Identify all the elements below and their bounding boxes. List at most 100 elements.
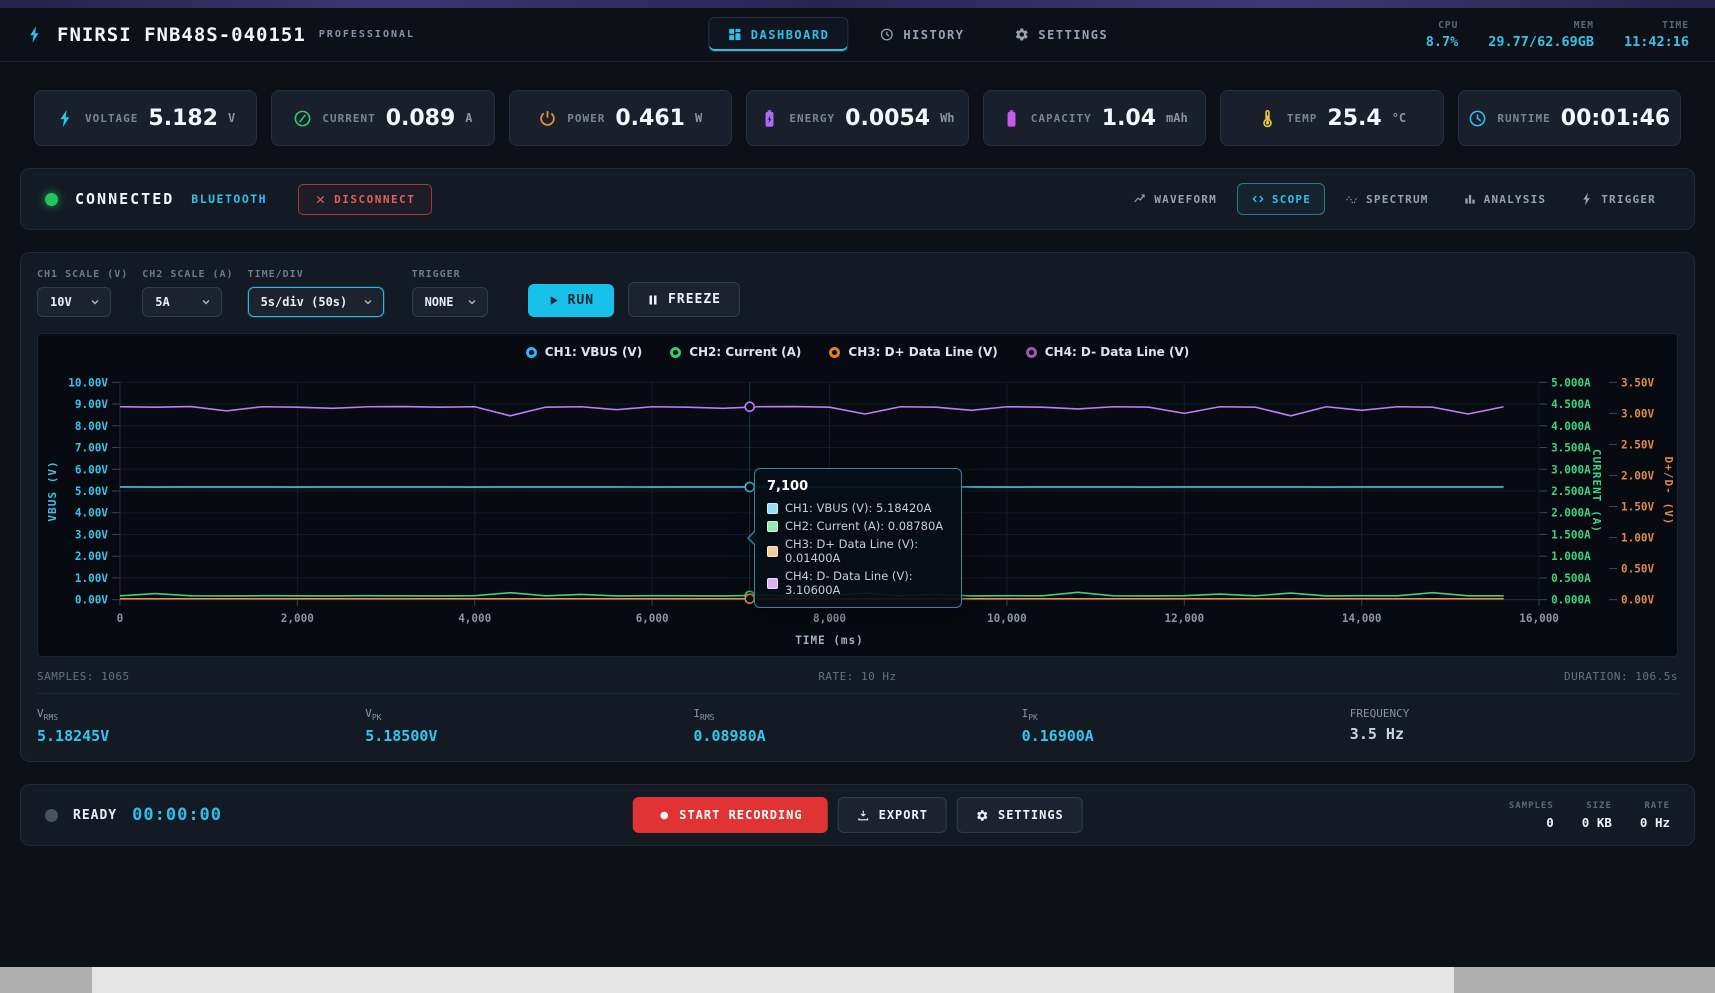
- metric-value: 00:01:46: [1561, 106, 1670, 131]
- mode-tab-scope[interactable]: SCOPE: [1237, 183, 1325, 215]
- tab-label: SETTINGS: [1038, 28, 1108, 42]
- freeze-button[interactable]: FREEZE: [628, 282, 740, 317]
- svg-text:0.00V: 0.00V: [75, 594, 108, 607]
- highlight-point-ch4: [745, 402, 754, 411]
- chart-tooltip: 7,100 CH1: VBUS (V): 5.18420A CH2: Curren…: [754, 468, 962, 608]
- current-gauge-icon: [293, 109, 312, 128]
- tooltip-row: CH3: D+ Data Line (V): 0.01400A: [767, 537, 949, 565]
- svg-text:5.000A: 5.000A: [1551, 376, 1591, 389]
- mode-tab-analysis[interactable]: ANALYSIS: [1449, 183, 1561, 215]
- control-label: CH1 SCALE (V): [37, 269, 128, 280]
- recording-settings-button[interactable]: SETTINGS: [957, 797, 1083, 833]
- svg-text:4,000: 4,000: [458, 612, 491, 625]
- svg-text:0.000A: 0.000A: [1551, 594, 1591, 607]
- connection-status-dot: [45, 193, 58, 206]
- waveform-icon: [1133, 192, 1147, 206]
- svg-text:2.00V: 2.00V: [75, 550, 108, 563]
- power-power-icon: [538, 109, 557, 128]
- svg-text:1.50V: 1.50V: [1621, 500, 1654, 513]
- recording-status-dot: [45, 809, 58, 822]
- highlight-point-ch3: [745, 594, 754, 603]
- mode-tab-spectrum[interactable]: SPECTRUM: [1331, 183, 1443, 215]
- scrollbar-thumb[interactable]: [92, 967, 1454, 993]
- legend-item-ch2[interactable]: CH2: Current (A): [670, 345, 801, 359]
- gear-icon: [1014, 27, 1029, 42]
- temp-thermometer-icon: [1258, 109, 1277, 128]
- tooltip-text: CH2: Current (A): 0.08780A: [785, 519, 943, 533]
- system-stats: CPU8.7%MEM29.77/62.69GBTIME11:42:16: [1426, 20, 1689, 50]
- recording-status-group: READY 00:00:00: [45, 805, 222, 825]
- ch2-scale-select[interactable]: 5A: [142, 287, 222, 317]
- legend-item-ch4[interactable]: CH4: D- Data Line (V): [1026, 345, 1189, 359]
- disconnect-button[interactable]: DISCONNECT: [298, 184, 432, 215]
- timediv-select[interactable]: 5s/div (50s): [248, 287, 384, 317]
- metric-card-energy: ENERGY0.0054Wh: [746, 90, 969, 146]
- tab-history[interactable]: HISTORY: [860, 17, 983, 52]
- svg-text:5.00V: 5.00V: [75, 485, 108, 498]
- tooltip-title: 7,100: [767, 479, 949, 494]
- svg-text:0.50V: 0.50V: [1621, 563, 1654, 576]
- record-icon: [657, 809, 670, 822]
- rec-stat-rate: RATE0 Hz: [1640, 801, 1670, 830]
- tooltip-text: CH1: VBUS (V): 5.18420A: [785, 501, 931, 515]
- main-tabs: DASHBOARD HISTORY SETTINGS: [708, 8, 1127, 61]
- start-recording-button[interactable]: START RECORDING: [632, 797, 827, 833]
- svg-text:2.50V: 2.50V: [1621, 438, 1654, 451]
- metric-card-temp: TEMP25.4°C: [1220, 90, 1443, 146]
- metric-card-current: CURRENT0.089A: [271, 90, 494, 146]
- brand: FNIRSI FNB48S-040151 PROFESSIONAL: [26, 21, 415, 48]
- analysis-icon: [1463, 192, 1477, 206]
- svg-text:10.00V: 10.00V: [68, 376, 108, 389]
- runtime-clock-icon: [1468, 109, 1487, 128]
- tooltip-row: CH4: D- Data Line (V): 3.10600A: [767, 569, 949, 597]
- ch1-scale-select[interactable]: 10V: [37, 287, 111, 317]
- mode-tab-label: SPECTRUM: [1366, 193, 1429, 206]
- capture-meta-row: SAMPLES: 1065 RATE: 10 Hz DURATION: 106.…: [37, 670, 1678, 694]
- svg-text:2.000A: 2.000A: [1551, 507, 1591, 520]
- connection-transport-label: BLUETOOTH: [191, 192, 267, 206]
- metric-card-capacity: CAPACITY1.04mAh: [983, 90, 1206, 146]
- tab-dashboard[interactable]: DASHBOARD: [708, 17, 849, 52]
- run-button[interactable]: RUN: [528, 284, 614, 317]
- mode-tab-label: WAVEFORM: [1154, 193, 1217, 206]
- tab-settings[interactable]: SETTINGS: [995, 17, 1127, 52]
- svg-text:9.00V: 9.00V: [75, 398, 108, 411]
- svg-text:3.00V: 3.00V: [75, 528, 108, 541]
- control-label: TIME/DIV: [248, 269, 384, 280]
- duration-label: DURATION: 106.5s: [1131, 670, 1678, 683]
- series-line-ch4: [120, 407, 1504, 416]
- highlight-point-ch1: [745, 482, 754, 491]
- legend-item-ch1[interactable]: CH1: VBUS (V): [526, 345, 642, 359]
- legend-label: CH3: D+ Data Line (V): [848, 345, 997, 359]
- svg-text:12,000: 12,000: [1164, 612, 1204, 625]
- mode-tab-trigger[interactable]: TRIGGER: [1566, 183, 1670, 215]
- legend-item-ch3[interactable]: CH3: D+ Data Line (V): [829, 345, 997, 359]
- svg-text:0.500A: 0.500A: [1551, 572, 1591, 585]
- ch2-scale-select-group: CH2 SCALE (A)5A: [142, 269, 233, 317]
- timediv-select-group: TIME/DIV 5s/div (50s): [248, 269, 384, 317]
- svg-text:16,000: 16,000: [1519, 612, 1559, 625]
- wallpaper-strip: [0, 0, 1715, 8]
- mode-tab-waveform[interactable]: WAVEFORM: [1119, 183, 1231, 215]
- app-badge: PROFESSIONAL: [319, 29, 415, 40]
- metrics-row: VOLTAGE5.182VCURRENT0.089APOWER0.461WENE…: [34, 90, 1681, 146]
- export-button[interactable]: EXPORT: [838, 797, 947, 833]
- play-icon: [548, 295, 559, 306]
- legend-label: CH2: Current (A): [689, 345, 801, 359]
- recording-panel: READY 00:00:00 START RECORDING EXPORT SE…: [20, 784, 1695, 846]
- svg-text:D+/D- (V): D+/D- (V): [1662, 456, 1675, 525]
- select-value: NONE: [425, 295, 454, 309]
- rec-stat-size: SIZE0 KB: [1582, 801, 1612, 830]
- measurement-frequency: FREQUENCY3.5 Hz: [1350, 707, 1678, 745]
- pause-icon: [647, 294, 659, 306]
- tooltip-text: CH4: D- Data Line (V): 3.10600A: [785, 569, 949, 597]
- legend-label: CH1: VBUS (V): [545, 345, 642, 359]
- svg-text:1.500A: 1.500A: [1551, 528, 1591, 541]
- svg-text:1.00V: 1.00V: [1621, 532, 1654, 545]
- svg-text:3.50V: 3.50V: [1621, 376, 1654, 389]
- measurement-irms: IRMS0.08980A: [693, 707, 1021, 745]
- connection-panel: CONNECTED BLUETOOTH DISCONNECT WAVEFORMS…: [20, 168, 1695, 230]
- trigger-select[interactable]: NONE: [412, 287, 488, 317]
- recording-stats: SAMPLES0SIZE0 KBRATE0 Hz: [1509, 801, 1670, 830]
- metric-label: VOLTAGE: [85, 112, 138, 125]
